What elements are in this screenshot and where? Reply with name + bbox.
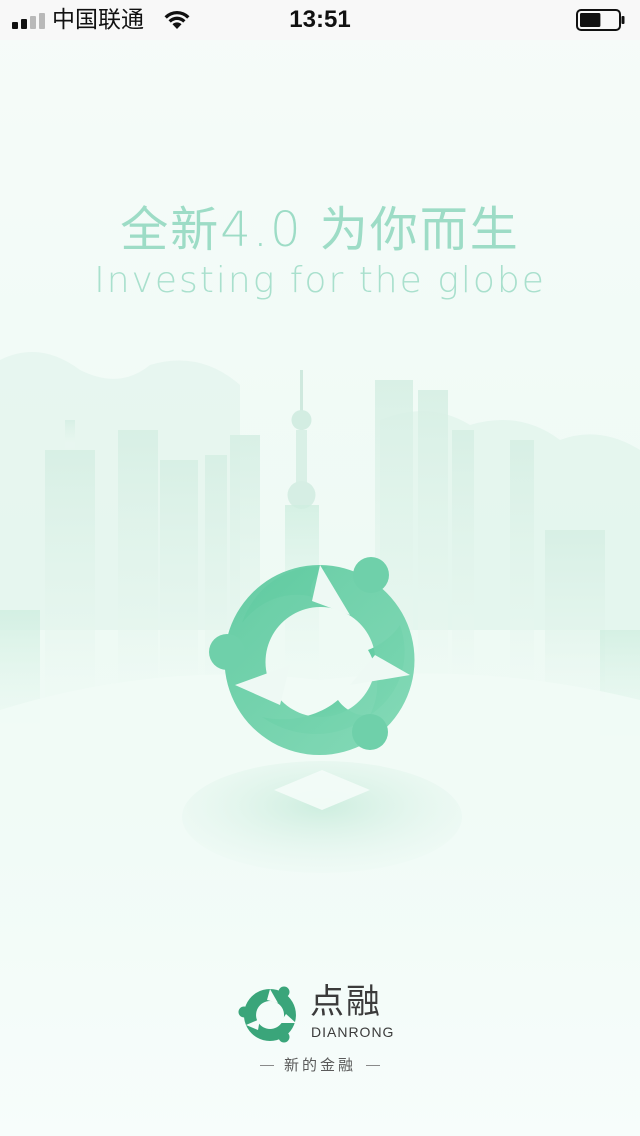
- divider: [366, 1065, 380, 1066]
- slogan-chinese: 全新4.0 为你而生: [120, 202, 520, 258]
- brand-name-english: DIANRONG: [311, 1024, 395, 1040]
- dianrong-logo-icon: [209, 557, 415, 755]
- tagline-text: 新的金融: [283, 1056, 356, 1074]
- status-bar: 中国联通 13:51: [0, 0, 640, 40]
- status-time: 13:51: [289, 6, 351, 33]
- divider: [259, 1065, 274, 1066]
- splash-screen: 中国联通 13:51 全新4.0 为你而生 Investing for the …: [0, 0, 640, 1136]
- brand-tagline: 新的金融: [0, 1054, 640, 1075]
- slogan-english: Investing for the globe: [94, 260, 546, 301]
- dianrong-logo-icon: [238, 986, 296, 1043]
- brand-name-chinese: 点融: [310, 982, 382, 1022]
- brand-lockup: 点融 DIANRONG: [238, 983, 408, 1045]
- battery-icon: [576, 9, 625, 31]
